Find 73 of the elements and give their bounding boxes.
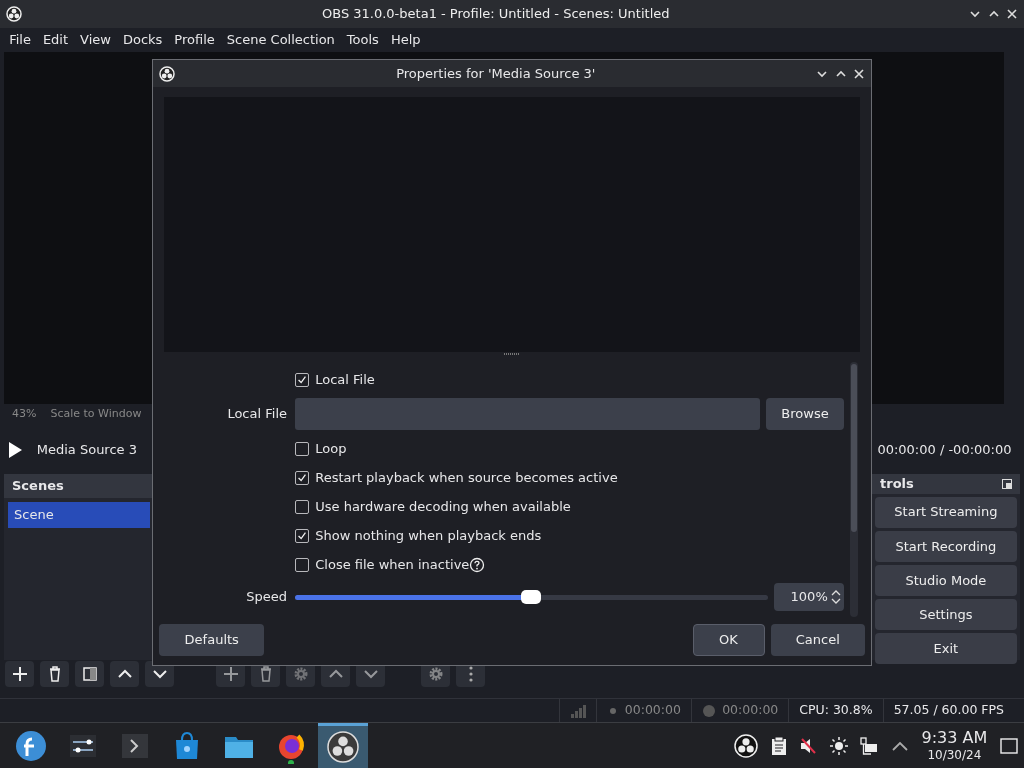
scene-item[interactable]: Scene <box>8 502 150 528</box>
cpu-usage: CPU: 30.8% <box>799 701 873 720</box>
clipboard-icon[interactable] <box>771 735 787 756</box>
dialog-title: Properties for 'Media Source 3' <box>395 64 597 83</box>
close-icon[interactable] <box>852 67 865 80</box>
record-time: 00:00:00 <box>722 701 779 720</box>
file-path-field[interactable] <box>295 398 760 431</box>
zoom-level: 43% <box>12 405 37 422</box>
menu-item[interactable]: Scene Collection <box>220 30 341 50</box>
menu-item[interactable]: Tools <box>340 30 385 50</box>
ok-button[interactable]: OK <box>692 624 765 656</box>
menu-item[interactable]: View <box>74 30 117 50</box>
defaults-button[interactable]: Defaults <box>159 624 265 656</box>
checkbox[interactable] <box>295 441 309 456</box>
brightness-icon[interactable] <box>830 736 848 755</box>
stream-time: 00:00:00 <box>624 701 681 720</box>
checkbox-label: Show nothing when playback ends <box>315 526 542 545</box>
control-button[interactable]: Exit <box>874 633 1017 665</box>
checkbox[interactable] <box>295 372 309 387</box>
menu-item[interactable]: Docks <box>116 30 169 50</box>
signal-icon <box>569 703 586 718</box>
checkbox-label: Local File <box>315 370 375 389</box>
checkbox-label: Loop <box>315 439 347 458</box>
checkbox-label: Restart playback when source becomes active <box>315 468 618 487</box>
media-time: 00:00:00 / -00:00:00 <box>877 441 1012 460</box>
obs-logo-icon <box>159 65 176 82</box>
show-desktop-icon[interactable] <box>999 737 1018 754</box>
filter-icon[interactable] <box>75 661 104 687</box>
decrement-icon[interactable] <box>830 597 841 606</box>
menu-item[interactable]: Profile <box>168 30 221 50</box>
checkbox-label: Use hardware decoding when available <box>315 497 571 516</box>
source-name: Media Source 3 <box>36 441 137 460</box>
cancel-button[interactable]: Cancel <box>770 624 865 656</box>
slider-thumb[interactable] <box>521 589 542 604</box>
speed-spinbox[interactable]: 100% <box>774 583 844 612</box>
browse-button[interactable]: Browse <box>766 398 844 431</box>
checkbox-label: Close file when inactive <box>315 555 470 574</box>
checkbox[interactable] <box>295 557 309 572</box>
control-button[interactable]: Studio Mode <box>874 564 1017 596</box>
window-title: OBS 31.0.0-beta1 - Profile: Untitled - Scenes: Untitled <box>320 5 671 24</box>
splitter-handle-icon[interactable] <box>504 352 520 356</box>
close-icon[interactable] <box>1005 8 1018 20</box>
checkbox[interactable] <box>295 470 309 485</box>
obs-logo-icon[interactable] <box>318 723 369 768</box>
popout-icon[interactable] <box>1002 478 1012 489</box>
move-up-icon[interactable] <box>110 661 139 687</box>
clock-date[interactable]: 10/30/24 <box>927 749 982 762</box>
record-indicator-icon <box>701 703 716 718</box>
dock-title: Scenes <box>4 474 154 498</box>
expand-tray-icon[interactable] <box>891 739 909 752</box>
scale-mode[interactable]: Scale to Window <box>50 405 142 423</box>
control-button[interactable]: Start Streaming <box>874 496 1017 528</box>
control-button[interactable]: Settings <box>874 599 1017 630</box>
fps-counter: 57.05 / 60.00 FPS <box>893 701 1004 720</box>
obs-logo-icon <box>6 6 23 22</box>
menu-item[interactable]: Edit <box>36 30 75 50</box>
help-icon[interactable] <box>469 556 486 573</box>
clock-time[interactable]: 9:33 AM <box>921 729 988 746</box>
control-button[interactable]: Start Recording <box>874 530 1017 562</box>
slider-label: Speed <box>245 588 288 607</box>
trash-icon[interactable] <box>40 661 69 687</box>
field-label: Local File <box>226 405 288 424</box>
menu-item[interactable]: File <box>3 30 37 50</box>
add-icon[interactable] <box>5 661 34 687</box>
network-icon[interactable] <box>860 736 879 755</box>
minimize-icon[interactable] <box>969 8 982 20</box>
menu-item[interactable]: Help <box>384 30 427 50</box>
muted-speaker-icon[interactable] <box>799 736 818 755</box>
dock-title: trols <box>880 475 914 493</box>
checkbox[interactable] <box>295 528 309 543</box>
increment-icon[interactable] <box>830 589 841 598</box>
scrollbar[interactable] <box>850 362 858 617</box>
checkbox[interactable] <box>295 499 309 514</box>
